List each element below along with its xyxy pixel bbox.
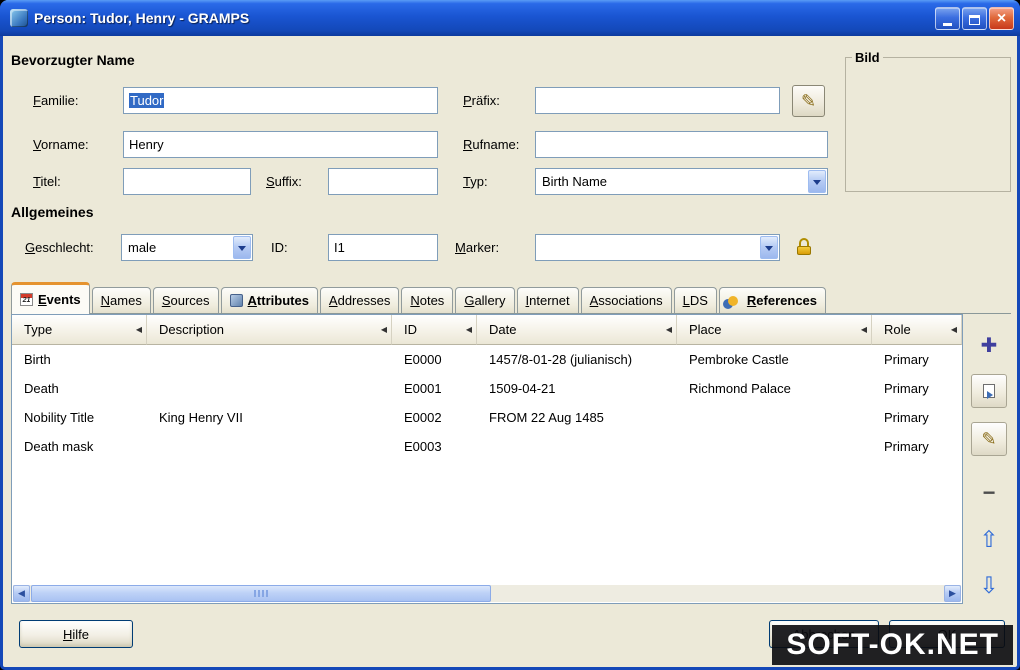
tab-attributes[interactable]: Attributes xyxy=(220,287,318,313)
table-header: Type ◀ Description ◀ ID ◀ Date ◀ Place ◀ Role… xyxy=(12,315,962,345)
sort-arrow-icon: ◀ xyxy=(665,325,672,334)
marker-select[interactable] xyxy=(535,234,780,261)
tab-references[interactable]: References xyxy=(718,287,827,313)
column-header-type[interactable]: Type ◀ xyxy=(12,315,147,345)
minimize-button[interactable] xyxy=(935,6,960,30)
up-arrow-icon: ⇧ xyxy=(979,525,999,552)
share-icon xyxy=(983,384,995,399)
down-arrow-icon: ⇩ xyxy=(979,571,999,598)
familie-label: Familie: xyxy=(33,93,79,108)
move-down-button[interactable]: ⇩ xyxy=(971,568,1007,602)
edit-event-button[interactable]: ✎ xyxy=(971,422,1007,456)
praefix-input[interactable] xyxy=(535,87,780,114)
chevron-down-icon xyxy=(233,236,251,259)
share-event-button[interactable] xyxy=(971,374,1007,408)
titel-label: Titel: xyxy=(33,174,61,189)
add-event-button[interactable]: ✚ xyxy=(971,328,1007,362)
table-row[interactable]: Death E0001 1509-04-21 Richmond Palace P… xyxy=(12,374,962,403)
tab-addresses[interactable]: Addresses xyxy=(319,287,400,313)
gender-select[interactable]: male xyxy=(121,234,253,261)
chevron-down-icon xyxy=(760,236,778,259)
rufname-label: Rufname: xyxy=(463,137,520,152)
titlebar[interactable]: Person: Tudor, Henry - GRAMPS × xyxy=(0,0,1020,36)
titel-input[interactable] xyxy=(123,168,251,195)
move-up-button[interactable]: ⇧ xyxy=(971,522,1007,556)
image-panel: Bild xyxy=(845,50,1011,192)
column-header-date[interactable]: Date ◀ xyxy=(477,315,677,345)
rufname-input[interactable] xyxy=(535,131,828,158)
watermark: SOFT-OK.NET xyxy=(772,625,1013,665)
scrollbar-thumb[interactable] xyxy=(31,585,491,602)
tab-names[interactable]: Names xyxy=(91,287,151,313)
window-title: Person: Tudor, Henry - GRAMPS xyxy=(34,10,250,26)
id-input[interactable] xyxy=(328,234,438,261)
chevron-down-icon xyxy=(808,170,826,193)
name-type-select[interactable]: Birth Name xyxy=(535,168,828,195)
id-label: ID: xyxy=(271,240,288,255)
scroll-left-icon: ◀ xyxy=(18,588,25,598)
person-editor-window: Person: Tudor, Henry - GRAMPS × Bevorzug… xyxy=(0,0,1020,670)
scrollbar-track[interactable] xyxy=(30,585,944,602)
sort-arrow-icon: ◀ xyxy=(860,325,867,334)
vorname-label: Vorname: xyxy=(33,137,89,152)
suffix-label: Suffix: xyxy=(266,174,302,189)
typ-label: Typ: xyxy=(463,174,488,189)
tab-gallery[interactable]: Gallery xyxy=(455,287,515,313)
name-type-value: Birth Name xyxy=(542,174,608,189)
familie-input[interactable]: Tudor xyxy=(123,87,438,114)
help-button[interactable]: Hilfe xyxy=(19,620,133,648)
table-row[interactable]: Death mask E0003 Primary xyxy=(12,432,962,461)
table-row[interactable]: Nobility Title King Henry VII E0002 FROM… xyxy=(12,403,962,432)
attribute-icon xyxy=(229,294,243,307)
scroll-left-button[interactable]: ◀ xyxy=(13,585,30,602)
column-header-description[interactable]: Description ◀ xyxy=(147,315,392,345)
events-table: Type ◀ Description ◀ ID ◀ Date ◀ Place ◀ Role… xyxy=(11,314,963,604)
tab-internet[interactable]: Internet xyxy=(516,287,579,313)
remove-event-button[interactable]: − xyxy=(971,476,1007,510)
vorname-input[interactable] xyxy=(123,131,438,158)
scroll-right-icon: ▶ xyxy=(949,588,956,598)
horizontal-scrollbar[interactable]: ◀ ▶ xyxy=(13,585,961,602)
close-icon: × xyxy=(996,9,1007,27)
column-header-role[interactable]: Role ◀ xyxy=(872,315,962,345)
minimize-icon xyxy=(943,23,952,26)
close-button[interactable]: × xyxy=(989,6,1014,30)
sort-arrow-icon: ◀ xyxy=(380,325,387,334)
plus-icon: ✚ xyxy=(980,334,998,357)
tab-bar: Events Names Sources Attributes Addresse… xyxy=(11,282,1011,314)
scroll-right-button[interactable]: ▶ xyxy=(944,585,961,602)
maximize-button[interactable] xyxy=(962,6,987,30)
preferred-name-heading: Bevorzugter Name xyxy=(11,52,135,68)
privacy-lock-icon[interactable] xyxy=(795,238,813,256)
praefix-label: Präfix: xyxy=(463,93,500,108)
tab-events[interactable]: Events xyxy=(11,282,90,314)
calendar-icon xyxy=(20,293,33,306)
column-header-place[interactable]: Place ◀ xyxy=(677,315,872,345)
image-panel-label: Bild xyxy=(855,50,880,65)
column-header-id[interactable]: ID ◀ xyxy=(392,315,477,345)
gramps-app-icon[interactable] xyxy=(10,9,28,27)
sort-arrow-icon: ◀ xyxy=(950,325,957,334)
selected-text: Tudor xyxy=(129,93,165,108)
tab-associations[interactable]: Associations xyxy=(580,287,672,313)
dialog-body: Bevorzugter Name Familie: Tudor Präfix: … xyxy=(3,36,1017,667)
sort-arrow-icon: ◀ xyxy=(135,325,142,334)
sort-arrow-icon: ◀ xyxy=(465,325,472,334)
edit-pencil-icon: ✎ xyxy=(800,90,817,111)
people-icon xyxy=(727,295,738,306)
geschlecht-label: Geschlecht: xyxy=(25,240,94,255)
edit-name-button[interactable]: ✎ xyxy=(792,85,825,117)
tab-notes[interactable]: Notes xyxy=(401,287,454,313)
table-row[interactable]: Birth E0000 1457/8-01-28 (julianisch) Pe… xyxy=(12,345,962,374)
minus-icon: − xyxy=(982,480,996,505)
maximize-icon xyxy=(969,15,980,25)
tab-sources[interactable]: Sources xyxy=(152,287,219,313)
gender-value: male xyxy=(128,240,157,255)
tab-lds[interactable]: LDS xyxy=(673,287,717,313)
edit-pencil-icon: ✎ xyxy=(981,428,997,449)
suffix-input[interactable] xyxy=(328,168,438,195)
general-heading: Allgemeines xyxy=(11,204,94,220)
marker-label: Marker: xyxy=(455,240,500,255)
